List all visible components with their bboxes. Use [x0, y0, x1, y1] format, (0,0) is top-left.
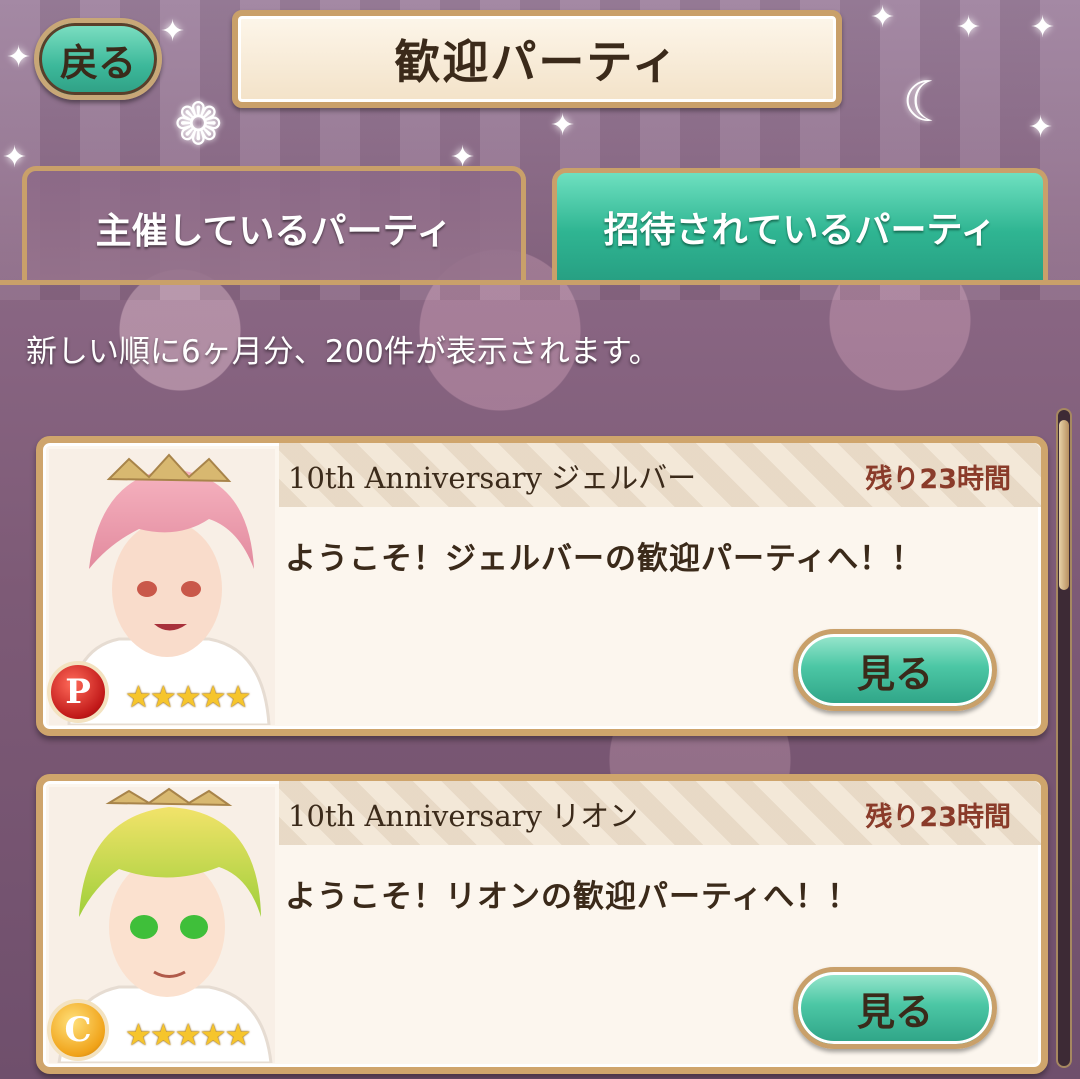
- party-name: 10th Anniversary ジェルバー: [288, 461, 697, 495]
- sparkle-icon: ✦: [6, 40, 32, 75]
- party-time-remaining: 残り23時間: [865, 464, 1011, 495]
- attribute-badge-p: P: [47, 661, 109, 723]
- sparkle-icon: ✦: [2, 140, 28, 175]
- scrollbar-thumb[interactable]: [1059, 420, 1069, 590]
- rarity-stars: ★★★★★: [125, 1018, 251, 1053]
- tab-hosting-parties[interactable]: 主催しているパーティ: [22, 166, 526, 284]
- party-time-remaining: 残り23時間: [865, 802, 1011, 833]
- sparkle-icon: ✦: [956, 10, 982, 45]
- party-message: ようこそ！リオンの歓迎パーティへ！！: [285, 879, 860, 915]
- party-card: C ★★★★★ 10th Anniversary リオン 残り23時間 ようこそ…: [36, 774, 1048, 1074]
- view-button[interactable]: 見る: [793, 629, 997, 711]
- attribute-badge-letter: P: [65, 672, 91, 712]
- list-notice: 新しい順に6ヶ月分、200件が表示されます。: [26, 334, 660, 370]
- tab-hosting-label: 主催しているパーティ: [95, 210, 453, 252]
- party-name: 10th Anniversary リオン: [288, 799, 639, 833]
- tab-invited-parties[interactable]: 招待されているパーティ: [552, 168, 1048, 280]
- flower-ornament-icon: ❁: [174, 90, 223, 158]
- attribute-badge-c: C: [47, 999, 109, 1061]
- tab-divider: [0, 280, 1080, 285]
- back-button-label: 戻る: [59, 40, 136, 85]
- attribute-badge-letter: C: [64, 1010, 92, 1050]
- list-scrollbar[interactable]: [1056, 408, 1072, 1068]
- sparkle-icon: ✦: [550, 108, 576, 143]
- sparkle-icon: ✦: [1030, 10, 1056, 45]
- back-button[interactable]: 戻る: [34, 18, 162, 100]
- view-button-label: 見る: [856, 651, 933, 696]
- tab-invited-label: 招待されているパーティ: [603, 209, 997, 251]
- party-message: ようこそ！ジェルバーの歓迎パーティへ！！: [285, 541, 924, 577]
- sparkle-icon: ✦: [1028, 110, 1054, 145]
- rarity-stars: ★★★★★: [125, 680, 251, 715]
- crescent-moon-icon: ☾: [902, 70, 953, 135]
- party-card: P ★★★★★ 10th Anniversary ジェルバー 残り23時間 よう…: [36, 436, 1048, 736]
- view-button-label: 見る: [856, 989, 933, 1034]
- sparkle-icon: ✦: [870, 0, 896, 35]
- page-title: 歓迎パーティ: [394, 35, 680, 89]
- page-title-plate: 歓迎パーティ: [232, 10, 842, 108]
- view-button[interactable]: 見る: [793, 967, 997, 1049]
- sparkle-icon: ✦: [160, 14, 186, 49]
